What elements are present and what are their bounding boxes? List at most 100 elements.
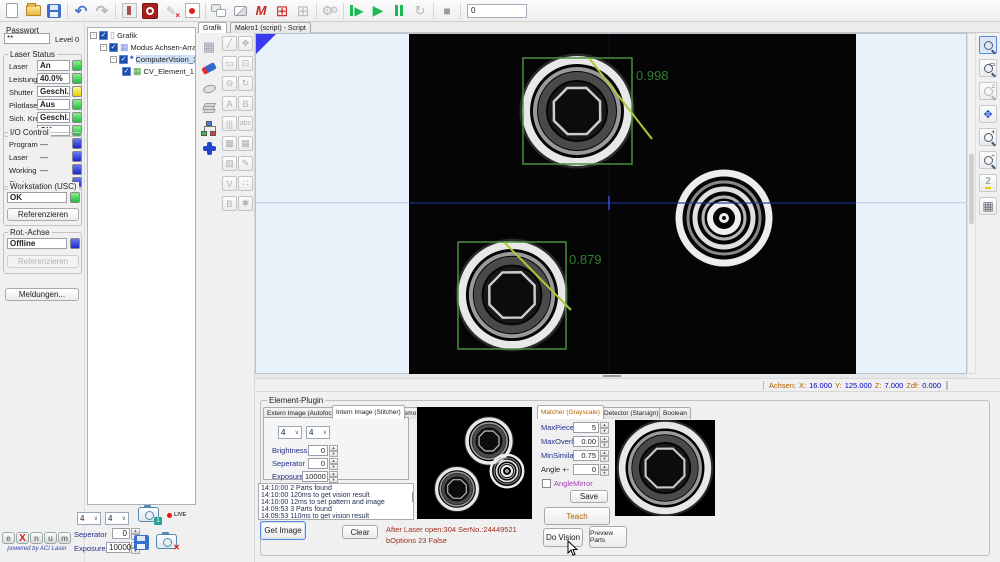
- transform-tool-icon: ✱: [238, 196, 253, 211]
- clear-button[interactable]: Clear: [342, 525, 378, 539]
- ellipse-tool-icon[interactable]: [199, 80, 219, 98]
- exposure-spinner[interactable]: ▲▼: [329, 471, 338, 483]
- brightness-input[interactable]: 0: [308, 445, 328, 456]
- eraser-tool-icon[interactable]: [199, 59, 219, 77]
- seperator-spinner[interactable]: ▲▼: [329, 458, 338, 470]
- document-tabbar: Grafik Makro1 (script) - Script: [197, 22, 1000, 33]
- anglemirror-checkbox[interactable]: [542, 479, 551, 488]
- passwort-input[interactable]: **: [4, 33, 50, 44]
- preview-parts-button[interactable]: Preview Parts: [589, 526, 627, 548]
- stitch-rows-dropdown[interactable]: 4∨: [306, 426, 330, 439]
- rectangle-tool-icon: ▭: [222, 56, 237, 71]
- tree-item-modus[interactable]: - ✓ ▦ Modus Achsen-Array_1: [100, 42, 196, 53]
- log-scrollbar[interactable]: [412, 492, 414, 502]
- tab-boolean[interactable]: Boolean: [659, 407, 691, 419]
- seperator-input[interactable]: 0: [308, 458, 328, 469]
- row-label: Laser: [9, 62, 28, 71]
- log-line: 14:10:00 120ms to get vision result: [261, 492, 411, 499]
- angle-input[interactable]: 0: [573, 464, 599, 475]
- pause-slot-icon[interactable]: [119, 1, 139, 20]
- laser-dot-icon[interactable]: [182, 1, 202, 20]
- zoom-region-icon[interactable]: ▭: [979, 59, 997, 77]
- array-tool-icon[interactable]: ▦: [199, 38, 219, 56]
- seperator-input[interactable]: 0: [112, 528, 130, 539]
- canvas-vertical-scrollbar[interactable]: [967, 33, 976, 374]
- z-value: 7.000: [885, 381, 904, 390]
- meldungen-button[interactable]: Meldungen...: [5, 288, 79, 301]
- seperator-label: Seperator: [74, 530, 107, 539]
- open-folder-icon[interactable]: [23, 1, 43, 20]
- tree-item-computervision[interactable]: - ✓ * ComputerVision_1: [110, 54, 196, 65]
- pan-tool-icon[interactable]: ✥: [979, 105, 997, 123]
- status-led: [72, 112, 82, 123]
- maxpiece-input[interactable]: 5: [573, 422, 599, 433]
- tree-item-grafik[interactable]: - ✓ ▯ Grafik: [90, 30, 137, 41]
- undo-icon[interactable]: ↶: [71, 1, 91, 20]
- layers-tool-icon[interactable]: [199, 99, 219, 117]
- exposure-input[interactable]: 10000: [106, 542, 130, 553]
- tab-intern-image[interactable]: Intern Image (Stitcher): [332, 405, 405, 419]
- save-image-icon[interactable]: [134, 535, 149, 550]
- workstation-group: Workstation (USC) OK Referenzieren: [3, 186, 82, 226]
- record-icon[interactable]: [140, 1, 160, 20]
- checkbox-checked-icon[interactable]: ✓: [122, 67, 131, 76]
- exposure-input[interactable]: 10000: [302, 471, 328, 482]
- zoom-in-icon[interactable]: +: [979, 128, 997, 146]
- checkbox-checked-icon[interactable]: ✓: [109, 43, 118, 52]
- run-count-input[interactable]: 0: [467, 4, 527, 18]
- get-image-button[interactable]: Get Image: [260, 521, 306, 540]
- tab-makro1[interactable]: Makro1 (script) - Script: [230, 22, 311, 33]
- project-tree[interactable]: - ✓ ▯ Grafik - ✓ ▦ Modus Achsen-Array_1 …: [87, 27, 196, 505]
- play-icon[interactable]: ▶: [368, 1, 388, 20]
- stop-icon[interactable]: ■: [437, 1, 457, 20]
- tree-item-label: ComputerVision_1: [136, 55, 196, 64]
- zoom-fit-icon[interactable]: ⌐: [979, 151, 997, 169]
- tab-grafik[interactable]: Grafik: [198, 22, 227, 33]
- expand-icon[interactable]: -: [90, 32, 97, 39]
- new-file-icon[interactable]: [2, 1, 22, 20]
- layer-2-icon[interactable]: 2: [979, 174, 997, 192]
- tab-detector[interactable]: Detector (Starsign): [600, 407, 663, 419]
- flowchart-tool-icon[interactable]: [199, 119, 219, 137]
- minsimilar-input[interactable]: 0.75: [573, 450, 599, 461]
- expand-icon[interactable]: -: [110, 56, 117, 63]
- flip-shapes-icon[interactable]: [209, 1, 229, 20]
- vision-log-list[interactable]: 14:10:00 2 Parts found 14:10:00 120ms to…: [258, 483, 414, 520]
- camera-close-icon[interactable]: ✕: [156, 534, 177, 549]
- brightness-spinner[interactable]: ▲▼: [329, 445, 338, 457]
- array-icon: ▦: [120, 43, 129, 52]
- maxoverlap-input[interactable]: 0.00: [573, 436, 599, 447]
- grid-view-icon[interactable]: ▦: [979, 197, 997, 215]
- expand-icon[interactable]: -: [100, 44, 107, 51]
- maxoverlap-spinner[interactable]: ▲▼: [600, 436, 609, 448]
- tree-item-label: Modus Achsen-Array_1: [131, 43, 196, 52]
- referenzieren-button[interactable]: Referenzieren: [7, 208, 79, 221]
- grid-rows-dropdown[interactable]: 4∨: [105, 512, 129, 525]
- maxpiece-spinner[interactable]: ▲▼: [600, 422, 609, 434]
- stitch-cols-dropdown[interactable]: 4∨: [278, 426, 302, 439]
- redo-icon[interactable]: ↷: [92, 1, 112, 20]
- save-button[interactable]: Save: [570, 490, 608, 503]
- angle-spinner[interactable]: ▲▼: [600, 464, 609, 476]
- bold-tool-icon: B: [222, 196, 237, 211]
- step-play-icon[interactable]: ▶: [347, 1, 367, 20]
- slice-shape-icon[interactable]: [230, 1, 250, 20]
- zoom-tool-icon[interactable]: [979, 36, 997, 54]
- save-icon[interactable]: [44, 1, 64, 20]
- teach-button[interactable]: Teach: [544, 507, 610, 525]
- marker-cancel-icon[interactable]: ✎×: [161, 1, 181, 20]
- plugin-puzzle-icon[interactable]: [199, 139, 219, 157]
- element-plugin-panel: Element-Plugin Extern Image (Autofocus) …: [255, 392, 1000, 562]
- rot-achse-title: Rot.-Achse: [8, 228, 52, 237]
- mark-grid-icon[interactable]: ⊞: [272, 1, 292, 20]
- checkbox-checked-icon[interactable]: ✓: [119, 55, 128, 64]
- row-value: —: [40, 153, 48, 162]
- grid-cols-dropdown[interactable]: 4∨: [77, 512, 101, 525]
- minsimilar-spinner[interactable]: ▲▼: [600, 450, 609, 462]
- tab-matcher[interactable]: Matcher (Grayscale): [537, 405, 604, 419]
- checkbox-checked-icon[interactable]: ✓: [99, 31, 108, 40]
- mark-check-icon[interactable]: M: [251, 1, 271, 20]
- graphics-canvas[interactable]: 0.998 0.879: [255, 33, 967, 374]
- tree-item-cv-element[interactable]: ✓ ▦ CV_Element_1: [122, 66, 194, 77]
- pause-icon[interactable]: [389, 1, 409, 20]
